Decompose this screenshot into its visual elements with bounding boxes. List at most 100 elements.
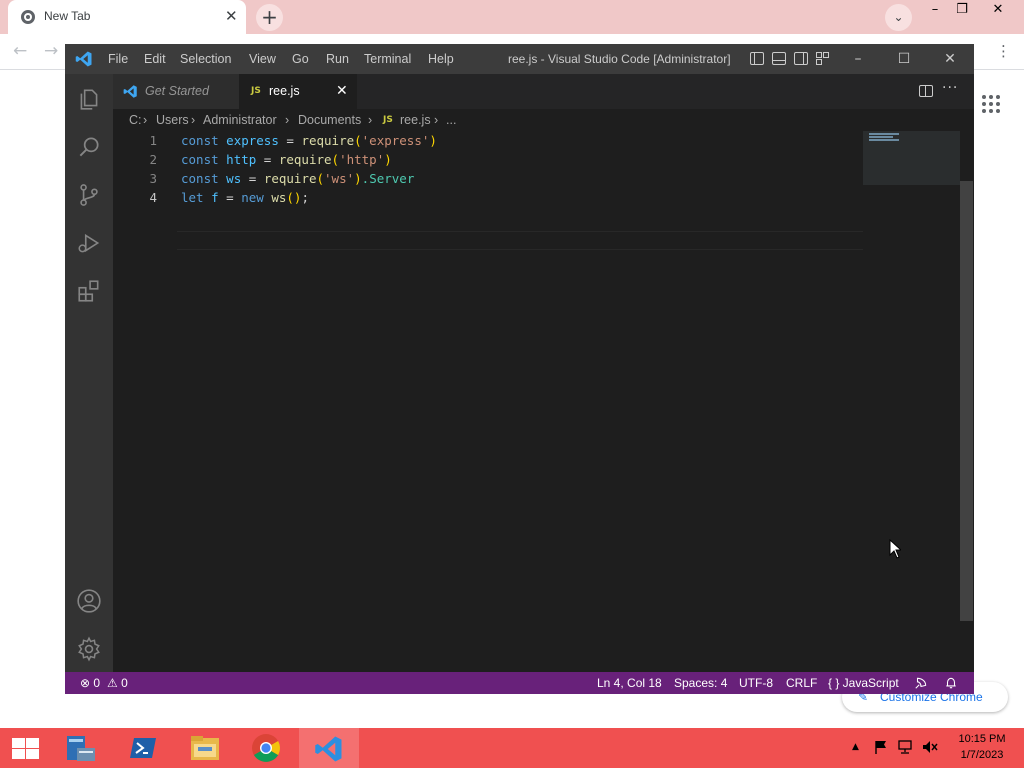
code-editor[interactable]: 1 2 3 4 const express = require('express… <box>113 131 974 672</box>
chrome-icon <box>21 10 35 24</box>
line-number: 4 <box>149 190 157 205</box>
taskbar-vscode[interactable] <box>299 728 359 768</box>
line-number: 3 <box>149 171 157 186</box>
vscode-close-button[interactable]: ✕ <box>927 44 973 74</box>
breadcrumb-separator: › <box>191 113 196 127</box>
clock-time: 10:15 PM <box>958 733 1006 745</box>
problems-warnings[interactable]: ⚠ 0 <box>107 672 128 694</box>
taskbar-server-manager[interactable] <box>51 728 111 768</box>
tab-close-icon[interactable]: ✕ <box>336 74 348 109</box>
chrome-close-button[interactable]: ✕ <box>985 0 1011 20</box>
source-control-icon[interactable] <box>76 182 102 208</box>
current-line-highlight <box>177 231 863 250</box>
editor-scrollbar[interactable] <box>960 181 973 621</box>
taskbar-powershell[interactable] <box>113 728 173 768</box>
menu-run[interactable]: Run <box>326 44 349 74</box>
chrome-forward-button[interactable]: → <box>44 41 58 61</box>
breadcrumb-file[interactable]: ree.js <box>400 109 431 131</box>
tab-label: Get Started <box>145 84 209 98</box>
status-bar: ⊗ 0 ⚠ 0 Ln 4, Col 18 Spaces: 4 UTF-8 CRL… <box>65 672 974 694</box>
vscode-logo-icon <box>123 85 137 98</box>
breadcrumb-users[interactable]: Users <box>156 109 189 131</box>
menu-view[interactable]: View <box>249 44 276 74</box>
vscode-maximize-button[interactable]: ☐ <box>881 44 927 74</box>
tab-label: ree.js <box>269 84 300 98</box>
breadcrumb-separator: › <box>368 113 373 127</box>
chrome-menu-icon[interactable]: ⋮ <box>996 42 1011 60</box>
toggle-primary-sidebar-icon[interactable] <box>750 52 764 65</box>
activity-bar <box>65 74 113 672</box>
breadcrumb-separator: › <box>285 113 290 127</box>
action-center-flag-icon[interactable] <box>873 739 889 755</box>
menu-file[interactable]: File <box>108 44 128 74</box>
editor-tabs: Get Started JS ree.js ✕ ··· <box>113 74 974 109</box>
code-line: let f = new ws(); <box>181 190 309 205</box>
feedback-icon[interactable] <box>914 676 928 690</box>
mouse-cursor-icon <box>889 539 901 559</box>
toggle-panel-icon[interactable] <box>772 52 786 65</box>
breadcrumb-administrator[interactable]: Administrator <box>203 109 277 131</box>
taskbar-clock[interactable]: 10:15 PM 1/7/2023 <box>956 731 1008 763</box>
breadcrumb-drive[interactable]: C: <box>129 109 142 131</box>
menu-selection[interactable]: Selection <box>180 44 231 74</box>
chrome-new-tab-button[interactable]: + <box>256 4 283 31</box>
minimap[interactable] <box>863 131 960 185</box>
end-of-line[interactable]: CRLF <box>786 672 817 694</box>
code-line: const ws = require('ws').Server <box>181 171 415 186</box>
problems-errors[interactable]: ⊗ 0 <box>80 672 100 694</box>
chrome-restore-button[interactable]: ❐ <box>949 0 975 20</box>
google-apps-icon[interactable] <box>982 95 1000 113</box>
breadcrumb-documents[interactable]: Documents <box>298 109 361 131</box>
chrome-tab-close-icon[interactable]: ✕ <box>225 7 238 25</box>
show-hidden-icons-button[interactable]: ▲ <box>852 742 859 752</box>
vscode-logo-icon <box>315 736 342 762</box>
cursor-position[interactable]: Ln 4, Col 18 <box>597 672 662 694</box>
menu-help[interactable]: Help <box>428 44 454 74</box>
file-explorer-icon <box>191 736 219 760</box>
run-and-debug-icon[interactable] <box>76 230 102 256</box>
vscode-logo-icon <box>75 51 92 67</box>
breadcrumb-separator: › <box>143 113 148 127</box>
explorer-icon[interactable] <box>76 86 102 112</box>
extensions-icon[interactable] <box>76 278 102 304</box>
language-mode[interactable]: { } JavaScript <box>828 672 899 694</box>
line-number: 1 <box>149 133 157 148</box>
vscode-window: File Edit Selection View Go Run Terminal… <box>65 44 974 694</box>
tab-ree-js[interactable]: JS ree.js ✕ <box>239 74 357 109</box>
search-icon[interactable] <box>76 134 102 160</box>
vscode-minimize-button[interactable]: – <box>835 44 881 74</box>
windows-start-icon[interactable] <box>10 737 40 759</box>
breadcrumb-separator: › <box>434 113 439 127</box>
manage-gear-icon[interactable] <box>76 636 102 662</box>
breadcrumb: C: › Users › Administrator › Documents ›… <box>113 109 974 131</box>
accounts-icon[interactable] <box>76 588 102 614</box>
volume-muted-icon[interactable] <box>921 739 939 755</box>
encoding[interactable]: UTF-8 <box>739 672 773 694</box>
menu-edit[interactable]: Edit <box>144 44 166 74</box>
customize-layout-icon[interactable] <box>816 52 830 65</box>
breadcrumb-symbols[interactable]: ... <box>446 109 456 131</box>
network-icon[interactable] <box>897 739 915 755</box>
chrome-tab-title: New Tab <box>44 9 91 23</box>
chrome-back-button[interactable]: ← <box>13 41 27 61</box>
indentation[interactable]: Spaces: 4 <box>674 672 727 694</box>
chrome-tab-new-tab[interactable]: New Tab ✕ <box>8 0 246 34</box>
chrome-minimize-button[interactable]: – <box>922 0 948 20</box>
line-number: 2 <box>149 152 157 167</box>
menu-go[interactable]: Go <box>292 44 309 74</box>
chrome-tab-search-button[interactable]: ⌄ <box>885 4 912 31</box>
javascript-file-icon: JS <box>383 115 393 125</box>
vscode-titlebar: File Edit Selection View Go Run Terminal… <box>65 44 974 74</box>
taskbar-file-explorer[interactable] <box>175 728 235 768</box>
menu-terminal[interactable]: Terminal <box>364 44 411 74</box>
tab-get-started[interactable]: Get Started <box>113 74 239 109</box>
notifications-bell-icon[interactable] <box>944 676 958 690</box>
split-editor-icon[interactable] <box>919 85 933 97</box>
code-line: const express = require('express') <box>181 133 437 148</box>
more-actions-icon[interactable]: ··· <box>942 80 958 96</box>
toggle-secondary-sidebar-icon[interactable] <box>794 52 808 65</box>
powershell-icon <box>130 738 156 758</box>
clock-date: 1/7/2023 <box>960 749 1004 761</box>
taskbar-chrome[interactable] <box>237 728 297 768</box>
chrome-icon <box>252 734 280 762</box>
